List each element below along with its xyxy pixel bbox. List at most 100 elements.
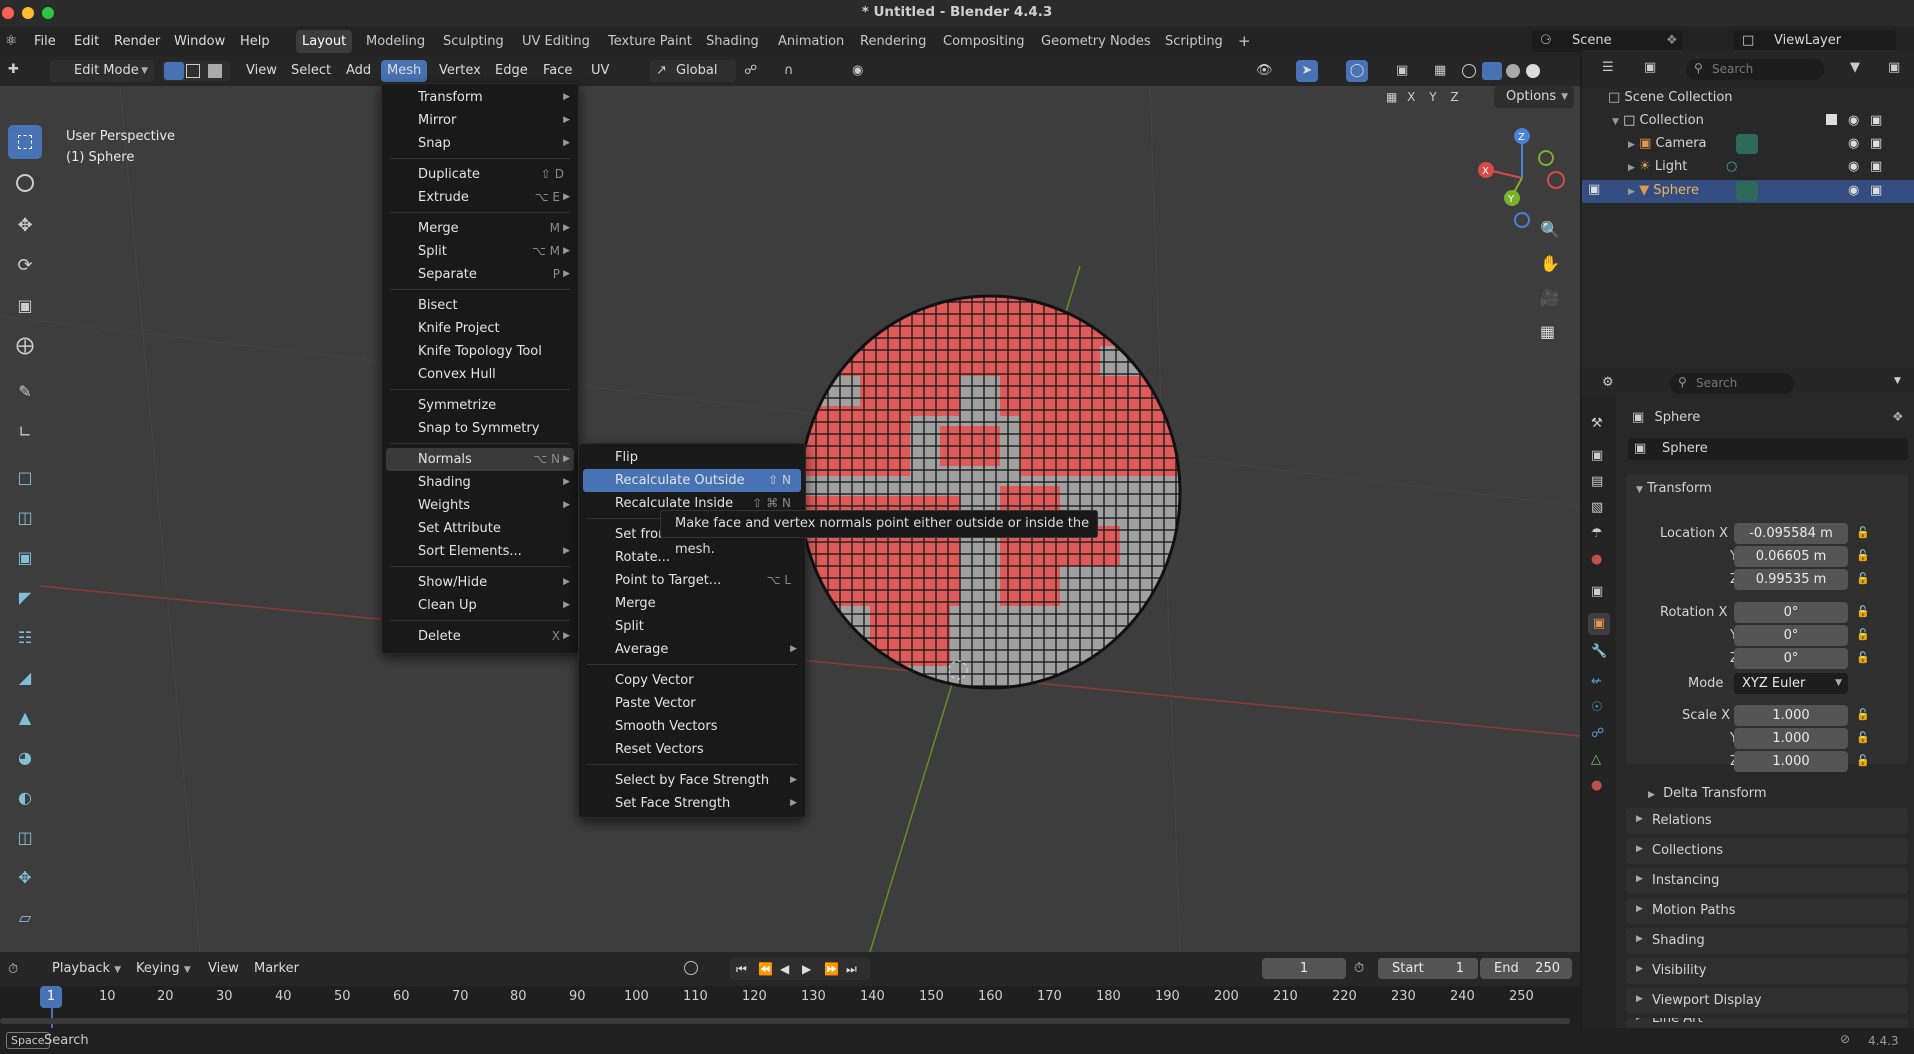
shear-icon[interactable]: ▱ bbox=[8, 900, 42, 934]
menu-item-clean-up[interactable]: Clean Up ▶ bbox=[386, 594, 574, 617]
menu-face[interactable]: Face bbox=[543, 60, 572, 82]
menu-item-show-hide[interactable]: Show/Hide ▶ bbox=[386, 571, 574, 594]
tab-rendering[interactable]: Rendering bbox=[854, 30, 932, 53]
menu-edge[interactable]: Edge bbox=[495, 60, 528, 82]
object-name-field[interactable]: ▣ Sphere bbox=[1628, 438, 1908, 460]
tab-animation[interactable]: Animation bbox=[772, 30, 850, 53]
outliner-search[interactable]: ⚲ Search bbox=[1686, 59, 1824, 80]
scale-x-field[interactable]: 1.000 bbox=[1734, 705, 1848, 726]
menu-item-average[interactable]: Average ▶ bbox=[583, 638, 801, 661]
axis-y-toggle[interactable]: Y bbox=[1429, 90, 1436, 104]
menu-item-split-normals[interactable]: Split bbox=[583, 615, 801, 638]
transform-panel-header[interactable]: ▼ Transform bbox=[1636, 481, 1712, 496]
mode-selector[interactable]: Edit Mode ▼ bbox=[50, 60, 154, 82]
timeline-menu-marker[interactable]: Marker bbox=[254, 958, 299, 980]
zoom-icon[interactable]: 🔍 bbox=[1540, 220, 1560, 239]
pan-hand-icon[interactable]: ✋ bbox=[1540, 254, 1560, 273]
overlay-toggle-icon[interactable]: ◯ bbox=[1346, 60, 1368, 82]
menu-item-bisect[interactable]: Bisect bbox=[386, 294, 574, 317]
panel-relations[interactable]: ▶ Relations bbox=[1626, 808, 1908, 834]
loop-cut-icon[interactable]: ☷ bbox=[8, 620, 42, 654]
transform-tool-icon[interactable]: ⨁ bbox=[8, 328, 42, 362]
material-tab-icon[interactable]: ● bbox=[1591, 778, 1602, 793]
playhead[interactable]: 1 bbox=[40, 986, 62, 1008]
panel-visibility[interactable]: ▶ Visibility bbox=[1626, 958, 1908, 984]
knife-icon[interactable]: ◢ bbox=[8, 660, 42, 694]
next-keyframe-icon[interactable]: ⏩ bbox=[824, 958, 839, 980]
location-y-field[interactable]: 0.06605 m bbox=[1734, 546, 1848, 567]
panel-delta-transform[interactable]: ▶ Delta Transform bbox=[1648, 786, 1767, 801]
tab-uv-editing[interactable]: UV Editing bbox=[516, 30, 596, 53]
menu-item-copy-vector[interactable]: Copy Vector bbox=[583, 669, 801, 692]
current-frame-field[interactable]: 1 bbox=[1262, 958, 1346, 979]
play-icon[interactable]: ▶ bbox=[802, 958, 811, 980]
measure-tool-icon[interactable]: ∟ bbox=[8, 414, 42, 448]
output-tab-icon[interactable]: ▤ bbox=[1591, 474, 1603, 489]
view-layer-selector[interactable]: □ ViewLayer bbox=[1734, 30, 1896, 52]
outliner-item-light[interactable]: ▶ ☀ Light ○ ◉ ▣ bbox=[1628, 159, 1908, 174]
menu-select[interactable]: Select bbox=[291, 60, 331, 82]
menu-view[interactable]: View bbox=[246, 60, 277, 82]
menu-edit[interactable]: Edit bbox=[74, 34, 99, 49]
properties-editor-icon[interactable]: ⚙ bbox=[1602, 375, 1614, 390]
render-tab-icon[interactable]: ▣ bbox=[1591, 448, 1603, 463]
smooth-icon[interactable]: ◐ bbox=[8, 780, 42, 814]
zoom-window-button[interactable] bbox=[42, 7, 54, 19]
physics-tab-icon[interactable]: ☉ bbox=[1591, 700, 1603, 715]
checkbox-icon[interactable] bbox=[1826, 114, 1837, 125]
shrink-fatten-icon[interactable]: ✥ bbox=[8, 860, 42, 894]
eye-icon[interactable]: ◉ bbox=[1848, 113, 1859, 128]
camera-render-icon[interactable]: ▣ bbox=[1870, 183, 1882, 198]
light-data-icon[interactable]: ○ bbox=[1726, 159, 1737, 174]
mesh-edit-overlay-icon[interactable]: ▣ bbox=[1396, 60, 1408, 82]
menu-window[interactable]: Window bbox=[174, 34, 225, 49]
pin-icon[interactable]: ❖ bbox=[1892, 410, 1904, 425]
axis-x-toggle[interactable]: X bbox=[1407, 90, 1415, 104]
lock-icon[interactable]: 🔓 bbox=[1856, 731, 1870, 744]
tab-geometry-nodes[interactable]: Geometry Nodes bbox=[1035, 30, 1157, 53]
tab-scripting[interactable]: Scripting bbox=[1159, 30, 1229, 53]
blender-logo-icon[interactable]: ⚛ bbox=[5, 33, 18, 49]
menu-item-symmetrize[interactable]: Symmetrize bbox=[386, 394, 574, 417]
new-collection-icon[interactable]: ▣ bbox=[1888, 60, 1900, 75]
menu-mesh[interactable]: Mesh bbox=[381, 60, 428, 82]
menu-item-duplicate[interactable]: Duplicate ⇧ D bbox=[386, 163, 574, 186]
material-shading-icon[interactable] bbox=[1506, 64, 1520, 78]
camera-view-icon[interactable]: 🎥 bbox=[1540, 288, 1560, 307]
rotation-y-field[interactable]: 0° bbox=[1734, 625, 1848, 646]
end-frame-field[interactable]: End 250 bbox=[1480, 958, 1572, 979]
menu-item-sort-elements[interactable]: Sort Elements... ▶ bbox=[386, 540, 574, 563]
solid-shading-icon[interactable] bbox=[1482, 62, 1502, 80]
world-tab-icon[interactable]: ● bbox=[1591, 552, 1602, 567]
poly-build-icon[interactable]: ▲ bbox=[8, 700, 42, 734]
menu-item-mirror[interactable]: Mirror ▶ bbox=[386, 109, 574, 132]
stopwatch-icon[interactable]: ⏱ bbox=[1354, 961, 1364, 976]
timeline-menu-keying[interactable]: Keying ▼ bbox=[136, 958, 191, 980]
proportional-edit-icon[interactable]: ◉ bbox=[852, 60, 863, 82]
menu-item-separate[interactable]: Separate P ▶ bbox=[386, 263, 574, 286]
rotation-x-field[interactable]: 0° bbox=[1734, 602, 1848, 623]
panel-motion-paths[interactable]: ▶ Motion Paths bbox=[1626, 898, 1908, 924]
wireframe-shading-icon[interactable] bbox=[1462, 64, 1476, 78]
particles-tab-icon[interactable]: ↚ bbox=[1591, 674, 1602, 689]
outliner-collection[interactable]: ▼ □ Collection ◉ ▣ bbox=[1612, 113, 1908, 128]
move-tool-icon[interactable]: ✥ bbox=[8, 208, 42, 242]
outliner-scene-collection[interactable]: □ Scene Collection bbox=[1608, 90, 1733, 105]
add-workspace-button[interactable]: + bbox=[1232, 30, 1257, 53]
modifier-tab-icon[interactable]: 🔧 bbox=[1591, 644, 1607, 659]
scale-tool-icon[interactable]: ▣ bbox=[8, 288, 42, 322]
menu-item-snap[interactable]: Snap ▶ bbox=[386, 132, 574, 155]
menu-vertex[interactable]: Vertex bbox=[439, 60, 481, 82]
camera-render-icon[interactable]: ▣ bbox=[1870, 159, 1882, 174]
object-tab-icon[interactable]: ▣ bbox=[1588, 613, 1610, 635]
properties-search[interactable]: ⚲ Search bbox=[1670, 373, 1794, 394]
lock-icon[interactable]: 🔓 bbox=[1856, 605, 1870, 618]
menu-uv[interactable]: UV bbox=[591, 60, 609, 82]
jump-start-icon[interactable]: ⏮ bbox=[736, 958, 747, 980]
lock-icon[interactable]: 🔓 bbox=[1856, 572, 1870, 585]
filter-icon[interactable]: ▼ bbox=[1850, 60, 1860, 75]
data-tab-icon[interactable]: △ bbox=[1591, 752, 1601, 767]
tab-shading[interactable]: Shading bbox=[700, 30, 765, 53]
collection-tab-icon[interactable]: ▣ bbox=[1591, 584, 1603, 599]
lock-icon[interactable]: 🔓 bbox=[1856, 708, 1870, 721]
